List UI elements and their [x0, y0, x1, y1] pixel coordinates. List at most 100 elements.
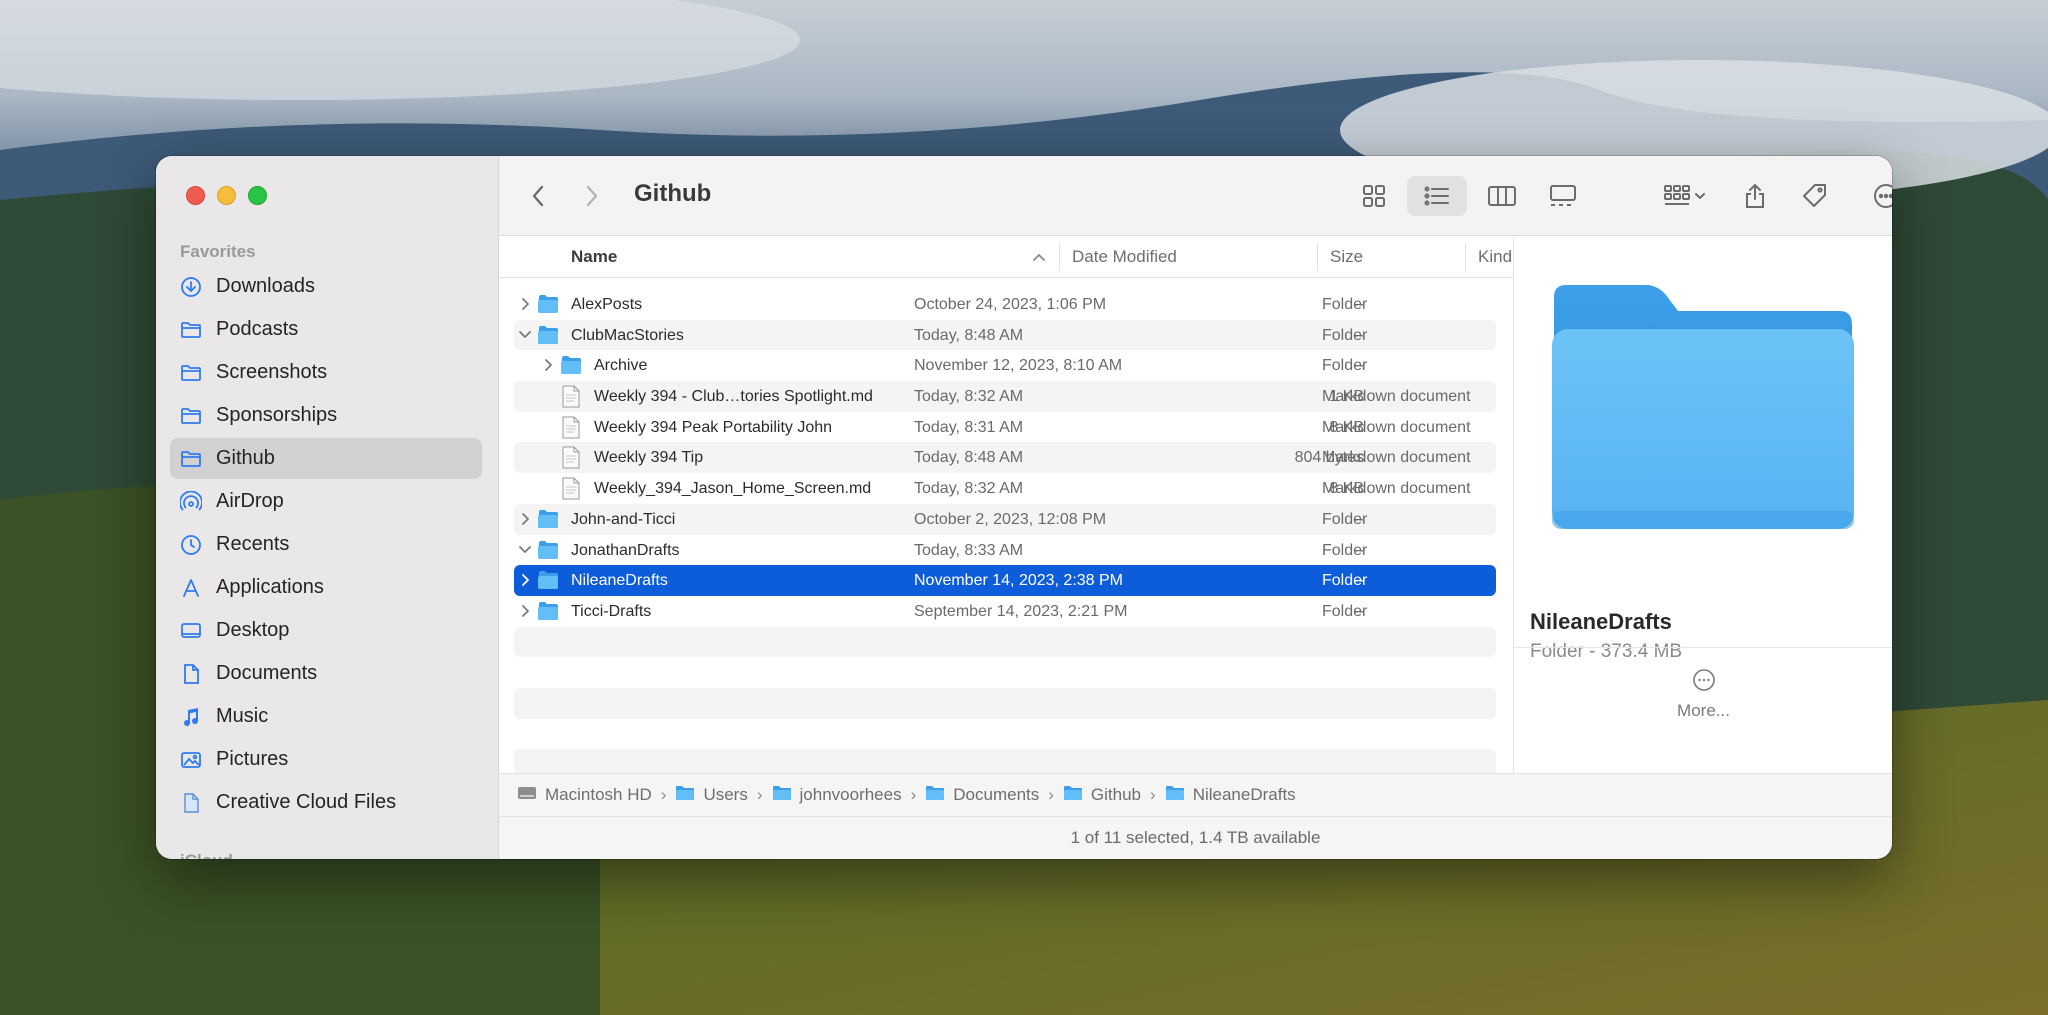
hard-drive-icon	[517, 784, 545, 807]
minimize-button[interactable]	[217, 186, 236, 205]
sidebar-item-applications[interactable]: Applications	[170, 567, 482, 608]
file-name: AlexPosts	[571, 296, 643, 313]
list-view-button[interactable]	[1407, 176, 1467, 216]
group-button[interactable]	[1654, 176, 1714, 216]
file-kind: Markdown document	[1322, 388, 1471, 406]
sidebar-item-documents[interactable]: Documents	[170, 653, 482, 694]
chevron-right-icon[interactable]	[518, 511, 532, 527]
chevron-right-icon[interactable]	[541, 357, 555, 373]
chevron-right-icon[interactable]	[518, 572, 532, 588]
file-date: October 24, 2023, 1:06 PM	[914, 296, 1107, 313]
file-row[interactable]: ClubMacStories Today, 8:48 AM -- Folder	[514, 319, 1496, 351]
sidebar-item-downloads[interactable]: Downloads	[170, 266, 482, 307]
preview-title: NileaneDrafts	[1530, 609, 1672, 634]
column-header-size[interactable]: Size	[1330, 247, 1363, 267]
file-row[interactable]: John-and-Ticci October 2, 2023, 12:08 PM -…	[514, 503, 1496, 535]
path-separator-icon: ›	[1048, 785, 1054, 804]
window-controls	[186, 186, 267, 205]
back-button[interactable]	[521, 176, 555, 216]
file-date: Today, 8:32 AM	[914, 480, 1024, 498]
file-row[interactable]: NileaneDrafts November 14, 2023, 2:38 PM -…	[514, 565, 1496, 596]
column-header-date[interactable]: Date Modified	[1072, 247, 1177, 267]
file-kind: Markdown document	[1322, 480, 1471, 498]
share-button[interactable]	[1735, 176, 1775, 216]
folder-icon	[180, 405, 202, 427]
sidebar-item-recents[interactable]: Recents	[170, 524, 482, 565]
file-rows: AlexPosts October 24, 2023, 1:06 PM -- Fold…	[514, 289, 1496, 780]
column-separator[interactable]	[1465, 243, 1466, 271]
sidebar-item-screenshots[interactable]: Screenshots	[170, 352, 482, 393]
sidebar-item-label: Creative Cloud Files	[216, 791, 397, 813]
markdown-document-icon	[562, 446, 580, 469]
close-button[interactable]	[186, 186, 205, 205]
gallery-view-button[interactable]	[1541, 176, 1585, 216]
chevron-down-icon[interactable]	[518, 542, 532, 558]
airdrop-icon	[180, 490, 202, 513]
ellipsis-circle-icon	[1692, 669, 1715, 691]
sidebar-item-github[interactable]: Github	[170, 438, 482, 479]
file-name: Weekly 394 - Club…tories Spotlight.md	[594, 388, 873, 406]
folder-icon	[180, 319, 202, 341]
desktop-icon	[180, 620, 202, 642]
toolbar: Github	[499, 156, 1892, 236]
column-header-kind[interactable]: Kind	[1478, 247, 1512, 267]
sidebar-item-podcasts[interactable]: Podcasts	[170, 309, 482, 350]
chevron-down-icon[interactable]	[518, 327, 532, 343]
column-separator[interactable]	[1317, 243, 1318, 271]
path-separator-icon: ›	[756, 785, 763, 804]
file-date: September 14, 2023, 2:21 PM	[914, 602, 1128, 620]
document-icon	[180, 663, 202, 685]
file-row[interactable]: Weekly 394 - Club…tories Spotlight.md Tod…	[514, 381, 1496, 412]
path-item[interactable]: johnvoorhees	[772, 784, 902, 807]
column-separator[interactable]	[1059, 243, 1060, 271]
sort-ascending-icon	[1033, 253, 1045, 261]
file-row[interactable]: Weekly 394 Peak Portability John Today, 8…	[514, 412, 1496, 443]
file-row[interactable]: Weekly_394_Jason_Home_Screen.md Today, 8:…	[514, 473, 1496, 504]
zoom-button[interactable]	[248, 186, 267, 205]
file-row[interactable]: Weekly 394 Tip Today, 8:48 AM 804 bytes Mar…	[514, 442, 1496, 474]
path-item[interactable]: Macintosh HD	[517, 784, 652, 807]
sidebar-list: Downloads Podcasts Screenshots Sponsorships…	[170, 266, 482, 825]
file-date: Today, 8:31 AM	[914, 418, 1024, 436]
file-date: Today, 8:33 AM	[914, 541, 1024, 559]
sidebar-item-label: Github	[216, 447, 275, 469]
file-row[interactable]: Archive November 12, 2023, 8:10 AM -- Folde…	[514, 350, 1496, 381]
path-item-label: Macintosh HD	[545, 785, 652, 804]
columns-icon	[1488, 186, 1516, 206]
folder-icon	[560, 355, 582, 375]
icon-view-button[interactable]	[1352, 176, 1396, 216]
file-date: Today, 8:32 AM	[914, 388, 1024, 406]
forward-button[interactable]	[575, 176, 609, 216]
sidebar: Favorites Downloads Podcasts Screenshots Sp…	[156, 156, 499, 859]
sidebar-item-music[interactable]: Music	[170, 696, 482, 737]
path-item[interactable]: Documents	[925, 784, 1039, 807]
file-row[interactable]: JonathanDrafts Today, 8:33 AM -- Folder	[514, 535, 1496, 566]
column-header-name[interactable]: Name	[571, 247, 617, 267]
path-item[interactable]: Github	[1063, 784, 1141, 807]
path-item-label: Github	[1090, 785, 1142, 804]
path-item[interactable]: NileaneDrafts	[1165, 784, 1296, 807]
sidebar-item-airdrop[interactable]: AirDrop	[170, 481, 482, 522]
sidebar-item-pictures[interactable]: Pictures	[170, 739, 482, 780]
more-actions-button[interactable]	[1866, 176, 1892, 216]
preview-more-button[interactable]: More...	[1514, 667, 1892, 721]
sidebar-item-creative-cloud-files[interactable]: Creative Cloud Files	[170, 782, 482, 823]
folder-icon	[675, 784, 703, 807]
status-bar: 1 of 11 selected, 1.4 TB available	[499, 817, 1892, 859]
chevron-right-icon[interactable]	[518, 296, 532, 312]
preview-pane: NileaneDrafts Folder - 373.4 MB More...	[1513, 237, 1892, 773]
file-row[interactable]: Ticci-Drafts September 14, 2023, 2:21 PM -…	[514, 596, 1496, 627]
folder-icon	[537, 570, 559, 590]
sidebar-item-desktop[interactable]: Desktop	[170, 610, 482, 651]
path-item[interactable]: Users	[675, 784, 748, 807]
download-icon	[180, 276, 202, 298]
share-icon	[1746, 184, 1764, 208]
tag-button[interactable]	[1795, 176, 1835, 216]
chevron-right-icon[interactable]	[518, 603, 532, 619]
folder-icon	[180, 362, 202, 384]
sidebar-item-sponsorships[interactable]: Sponsorships	[170, 395, 482, 436]
file-name: JonathanDrafts	[571, 541, 680, 559]
column-view-button[interactable]	[1480, 176, 1524, 216]
sidebar-item-label: Screenshots	[216, 361, 328, 383]
file-row[interactable]: AlexPosts October 24, 2023, 1:06 PM -- Fold…	[514, 289, 1496, 320]
